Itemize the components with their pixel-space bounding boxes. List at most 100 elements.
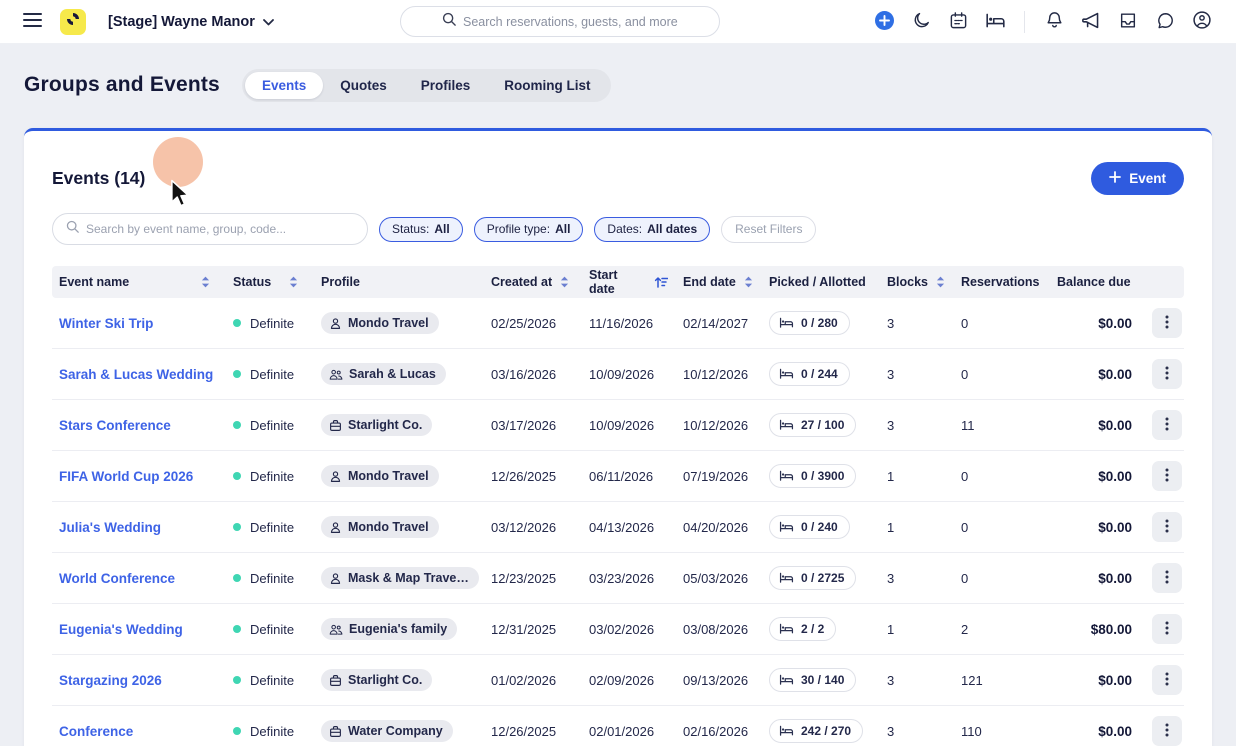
event-name-link[interactable]: Winter Ski Trip <box>59 316 153 331</box>
profile-pill[interactable]: Mondo Travel <box>321 312 439 334</box>
event-name-link[interactable]: Julia's Wedding <box>59 520 161 535</box>
start-date-cell: 10/09/2026 <box>582 367 676 382</box>
calendar-button[interactable] <box>944 8 972 36</box>
event-name-link[interactable]: World Conference <box>59 571 175 586</box>
table-row[interactable]: Stargazing 2026 Definite Starlight Co. 0… <box>52 655 1184 706</box>
dark-mode-toggle[interactable] <box>907 8 935 36</box>
created-at-cell: 03/16/2026 <box>484 367 582 382</box>
end-date-cell: 10/12/2026 <box>676 418 762 433</box>
row-actions-button[interactable] <box>1152 665 1182 695</box>
event-name-link[interactable]: FIFA World Cup 2026 <box>59 469 193 484</box>
filter-profile-type[interactable]: Profile type: All <box>474 217 584 242</box>
profile-pill[interactable]: Mask & Map Travel... <box>321 567 479 589</box>
row-actions-button[interactable] <box>1152 716 1182 746</box>
created-at-cell: 02/25/2026 <box>484 316 582 331</box>
brand-logo[interactable] <box>60 9 86 35</box>
reset-filters-button[interactable]: Reset Filters <box>721 216 816 243</box>
end-date-cell: 05/03/2026 <box>676 571 762 586</box>
create-button[interactable] <box>870 8 898 36</box>
sort-icon[interactable] <box>560 276 569 288</box>
row-actions-button[interactable] <box>1152 308 1182 338</box>
tab-rooming-list[interactable]: Rooming List <box>487 72 607 99</box>
bed-icon <box>779 419 794 431</box>
table-row[interactable]: Stars Conference Definite Starlight Co. … <box>52 400 1184 451</box>
status-dot <box>233 319 241 327</box>
column-header-event-name[interactable]: Event name <box>52 275 226 289</box>
page-content: Groups and Events Events Quotes Profiles… <box>0 44 1236 746</box>
event-name-link[interactable]: Sarah & Lucas Wedding <box>59 367 213 382</box>
menu-button[interactable] <box>18 8 46 36</box>
plus-circle-icon <box>874 10 895 34</box>
start-date-cell: 11/16/2026 <box>582 316 676 331</box>
table-row[interactable]: Sarah & Lucas Wedding Definite Sarah & L… <box>52 349 1184 400</box>
status-dot <box>233 676 241 684</box>
balance-due-cell: $0.00 <box>1050 571 1136 586</box>
sort-ascending-icon[interactable] <box>654 276 668 288</box>
profile-pill[interactable]: Water Company <box>321 720 453 742</box>
tab-events[interactable]: Events <box>245 72 323 99</box>
add-event-button[interactable]: Event <box>1091 162 1184 195</box>
bed-icon <box>779 521 794 533</box>
profile-pill[interactable]: Mondo Travel <box>321 516 439 538</box>
tab-quotes[interactable]: Quotes <box>323 72 404 99</box>
bed-icon <box>779 470 794 482</box>
column-header-status[interactable]: Status <box>226 275 314 289</box>
events-panel: Events (14) Event Status: All Profile ty… <box>24 128 1212 746</box>
row-actions-button[interactable] <box>1152 512 1182 542</box>
table-row[interactable]: Eugenia's Wedding Definite Eugenia's fam… <box>52 604 1184 655</box>
events-table: Event name Status Profile Created at <box>52 266 1184 746</box>
section-tabs: Events Quotes Profiles Rooming List <box>242 69 611 102</box>
column-header-created-at[interactable]: Created at <box>484 275 582 289</box>
blocks-cell: 1 <box>880 520 954 535</box>
inbox-button[interactable] <box>1114 8 1142 36</box>
profile-pill[interactable]: Starlight Co. <box>321 669 432 691</box>
table-row[interactable]: Conference Definite Water Company 12/26/… <box>52 706 1184 746</box>
chat-button[interactable] <box>1151 8 1179 36</box>
reservations-cell: 0 <box>954 571 1050 586</box>
filter-profile-type-label: Profile type: <box>487 222 550 236</box>
notifications-button[interactable] <box>1040 8 1068 36</box>
kebab-menu-icon <box>1165 723 1169 740</box>
account-button[interactable] <box>1188 8 1216 36</box>
global-search[interactable] <box>400 6 720 37</box>
status-label: Definite <box>250 571 294 586</box>
event-search[interactable] <box>52 213 368 245</box>
table-row[interactable]: World Conference Definite Mask & Map Tra… <box>52 553 1184 604</box>
profile-pill[interactable]: Mondo Travel <box>321 465 439 487</box>
profile-pill[interactable]: Starlight Co. <box>321 414 432 436</box>
profile-pill[interactable]: Sarah & Lucas <box>321 363 446 385</box>
filter-dates[interactable]: Dates: All dates <box>594 217 710 242</box>
row-actions-button[interactable] <box>1152 563 1182 593</box>
property-selector[interactable]: [Stage] Wayne Manor <box>108 14 274 30</box>
event-name-link[interactable]: Stargazing 2026 <box>59 673 162 688</box>
status-label: Definite <box>250 520 294 535</box>
table-row[interactable]: FIFA World Cup 2026 Definite Mondo Trave… <box>52 451 1184 502</box>
end-date-cell: 10/12/2026 <box>676 367 762 382</box>
sort-icon[interactable] <box>936 276 945 288</box>
reservations-button[interactable] <box>981 8 1009 36</box>
column-header-start-date[interactable]: Start date <box>582 268 676 296</box>
sort-icon[interactable] <box>289 276 298 288</box>
column-header-blocks[interactable]: Blocks <box>880 275 954 289</box>
created-at-cell: 03/12/2026 <box>484 520 582 535</box>
row-actions-button[interactable] <box>1152 410 1182 440</box>
row-actions-button[interactable] <box>1152 614 1182 644</box>
row-actions-button[interactable] <box>1152 359 1182 389</box>
event-name-link[interactable]: Conference <box>59 724 133 739</box>
row-actions-button[interactable] <box>1152 461 1182 491</box>
filter-status[interactable]: Status: All <box>379 217 463 242</box>
profile-pill[interactable]: Eugenia's family <box>321 618 457 640</box>
start-date-cell: 10/09/2026 <box>582 418 676 433</box>
event-search-input[interactable] <box>86 222 354 236</box>
tab-profiles[interactable]: Profiles <box>404 72 488 99</box>
event-name-link[interactable]: Stars Conference <box>59 418 171 433</box>
sort-icon[interactable] <box>744 276 753 288</box>
column-header-end-date[interactable]: End date <box>676 275 762 289</box>
table-row[interactable]: Julia's Wedding Definite Mondo Travel 03… <box>52 502 1184 553</box>
end-date-cell: 03/08/2026 <box>676 622 762 637</box>
announcements-button[interactable] <box>1077 8 1105 36</box>
global-search-input[interactable] <box>463 15 678 29</box>
sort-icon[interactable] <box>201 276 210 288</box>
event-name-link[interactable]: Eugenia's Wedding <box>59 622 183 637</box>
table-row[interactable]: Winter Ski Trip Definite Mondo Travel 02… <box>52 298 1184 349</box>
